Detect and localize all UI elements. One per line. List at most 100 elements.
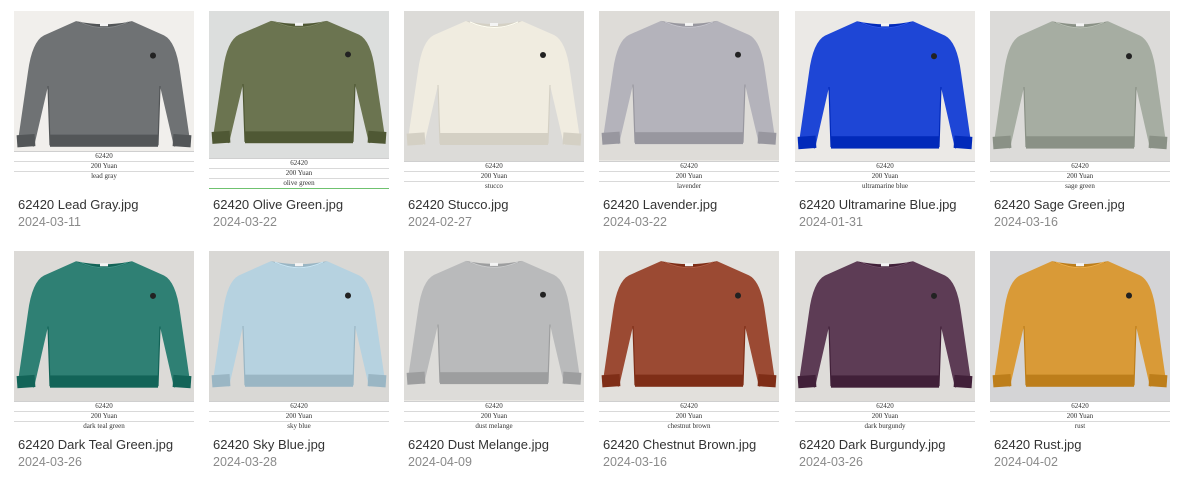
tag-color: dust melange xyxy=(475,422,513,430)
thumbnail[interactable]: 62420 200 Yuan dark burgundy xyxy=(795,251,975,431)
sweater-drawing xyxy=(797,261,973,389)
file-tile[interactable]: 62420 200 Yuan sky blue 62420 Sky Blue.j… xyxy=(209,251,389,479)
tag-code: 62420 xyxy=(599,162,779,172)
tag-code: 62420 xyxy=(209,159,389,169)
price-tag-label: 62420 200 Yuan stucco xyxy=(404,161,584,191)
tag-price: 200 Yuan xyxy=(990,412,1170,422)
file-tile[interactable]: 62420 200 Yuan ultramarine blue 62420 Ul… xyxy=(795,11,975,239)
thumbnail[interactable]: 62420 200 Yuan chestnut brown xyxy=(599,251,779,431)
tag-color: dark teal green xyxy=(83,422,125,430)
thumbnail[interactable]: 62420 200 Yuan ultramarine blue xyxy=(795,11,975,191)
file-tile[interactable]: 62420 200 Yuan lavender 62420 Lavender.j… xyxy=(599,11,779,239)
file-date: 2024-03-26 xyxy=(799,455,863,469)
file-tile[interactable]: 62420 200 Yuan rust 62420 Rust.jpg 2024-… xyxy=(990,251,1170,479)
tag-code: 62420 xyxy=(404,162,584,172)
thumbnail[interactable]: 62420 200 Yuan rust xyxy=(990,251,1170,431)
thumbnail[interactable]: 62420 200 Yuan lead gray xyxy=(14,11,194,181)
sweater-drawing xyxy=(992,21,1168,150)
tag-color: stucco xyxy=(485,182,503,190)
sweater-image xyxy=(209,11,389,159)
file-name[interactable]: 62420 Dark Teal Green.jpg xyxy=(18,437,194,452)
file-name[interactable]: 62420 Lavender.jpg xyxy=(603,197,779,212)
file-date: 2024-03-22 xyxy=(213,215,277,229)
tag-code: 62420 xyxy=(990,402,1170,412)
tag-price: 200 Yuan xyxy=(14,412,194,422)
tag-code: 62420 xyxy=(795,402,975,412)
tag-color: sky blue xyxy=(287,422,311,430)
file-date: 2024-03-16 xyxy=(603,455,667,469)
price-tag-label: 62420 200 Yuan dark teal green xyxy=(14,401,194,431)
file-tile[interactable]: 62420 200 Yuan sage green 62420 Sage Gre… xyxy=(990,11,1170,239)
tag-price: 200 Yuan xyxy=(14,162,194,172)
file-name[interactable]: 62420 Dark Burgundy.jpg xyxy=(799,437,975,452)
tag-code: 62420 xyxy=(14,402,194,412)
thumbnail[interactable]: 62420 200 Yuan sky blue xyxy=(209,251,389,431)
sweater-drawing xyxy=(211,20,387,144)
sweater-drawing xyxy=(16,21,192,148)
sweater-drawing xyxy=(406,21,582,146)
tag-price: 200 Yuan xyxy=(599,412,779,422)
tag-price: 200 Yuan xyxy=(990,172,1170,182)
tag-color: chestnut brown xyxy=(667,422,711,430)
sweater-image xyxy=(404,11,584,161)
file-tile[interactable]: 62420 200 Yuan dust melange 62420 Dust M… xyxy=(404,251,584,479)
tag-color: rust xyxy=(1074,422,1086,430)
file-name[interactable]: 62420 Sky Blue.jpg xyxy=(213,437,389,452)
tag-color: lead gray xyxy=(91,172,117,180)
file-date: 2024-03-26 xyxy=(18,455,82,469)
sweater-drawing xyxy=(601,261,777,388)
file-date: 2024-04-09 xyxy=(408,455,472,469)
file-name[interactable]: 62420 Ultramarine Blue.jpg xyxy=(799,197,975,212)
file-date: 2024-03-28 xyxy=(213,455,277,469)
file-name[interactable]: 62420 Rust.jpg xyxy=(994,437,1170,452)
tag-code: 62420 xyxy=(599,402,779,412)
file-date: 2024-02-27 xyxy=(408,215,472,229)
file-date: 2024-04-02 xyxy=(994,455,1058,469)
tag-code: 62420 xyxy=(795,162,975,172)
thumbnail[interactable]: 62420 200 Yuan dark teal green xyxy=(14,251,194,431)
tag-color: sage green xyxy=(1065,182,1095,190)
tag-code: 62420 xyxy=(990,162,1170,172)
price-tag-label: 62420 200 Yuan lead gray xyxy=(14,151,194,181)
file-name[interactable]: 62420 Chestnut Brown.jpg xyxy=(603,437,779,452)
thumbnail[interactable]: 62420 200 Yuan sage green xyxy=(990,11,1170,191)
tag-price: 200 Yuan xyxy=(209,169,389,179)
thumbnail[interactable]: 62420 200 Yuan dust melange xyxy=(404,251,584,431)
file-date: 2024-03-16 xyxy=(994,215,1058,229)
price-tag-label: 62420 200 Yuan ultramarine blue xyxy=(795,161,975,191)
tag-price: 200 Yuan xyxy=(599,172,779,182)
thumbnail[interactable]: 62420 200 Yuan stucco xyxy=(404,11,584,191)
tag-color: olive green xyxy=(209,179,389,189)
file-tile[interactable]: 62420 200 Yuan dark burgundy 62420 Dark … xyxy=(795,251,975,479)
file-tile[interactable]: 62420 200 Yuan lead gray 62420 Lead Gray… xyxy=(14,11,194,239)
sweater-image xyxy=(599,11,779,160)
sweater-drawing xyxy=(211,261,387,388)
thumbnail[interactable]: 62420 200 Yuan olive green xyxy=(209,11,389,189)
price-tag-label: 62420 200 Yuan rust xyxy=(990,401,1170,431)
tag-color: lavender xyxy=(676,182,702,190)
file-name[interactable]: 62420 Olive Green.jpg xyxy=(213,197,389,212)
sweater-drawing xyxy=(601,20,777,145)
file-date: 2024-01-31 xyxy=(799,215,863,229)
file-name[interactable]: 62420 Lead Gray.jpg xyxy=(18,197,194,212)
file-tile[interactable]: 62420 200 Yuan olive green 62420 Olive G… xyxy=(209,11,389,239)
sweater-image xyxy=(795,251,975,404)
thumbnail[interactable]: 62420 200 Yuan lavender xyxy=(599,11,779,191)
price-tag-label: 62420 200 Yuan dark burgundy xyxy=(795,401,975,431)
tag-price: 200 Yuan xyxy=(795,412,975,422)
sweater-image xyxy=(990,11,1170,165)
sweater-drawing xyxy=(16,261,192,389)
file-tile[interactable]: 62420 200 Yuan chestnut brown 62420 Ches… xyxy=(599,251,779,479)
sweater-image xyxy=(404,251,584,400)
file-name[interactable]: 62420 Stucco.jpg xyxy=(408,197,584,212)
sweater-image xyxy=(990,251,1170,403)
file-name[interactable]: 62420 Dust Melange.jpg xyxy=(408,437,584,452)
file-grid: 62420 200 Yuan lead gray 62420 Lead Gray… xyxy=(0,0,1183,495)
file-tile[interactable]: 62420 200 Yuan dark teal green 62420 Dar… xyxy=(14,251,194,479)
price-tag-label: 62420 200 Yuan sky blue xyxy=(209,401,389,431)
file-tile[interactable]: 62420 200 Yuan stucco 62420 Stucco.jpg 2… xyxy=(404,11,584,239)
sweater-image xyxy=(14,11,194,163)
price-tag-label: 62420 200 Yuan dust melange xyxy=(404,401,584,431)
file-name[interactable]: 62420 Sage Green.jpg xyxy=(994,197,1170,212)
file-date: 2024-03-11 xyxy=(18,215,82,229)
